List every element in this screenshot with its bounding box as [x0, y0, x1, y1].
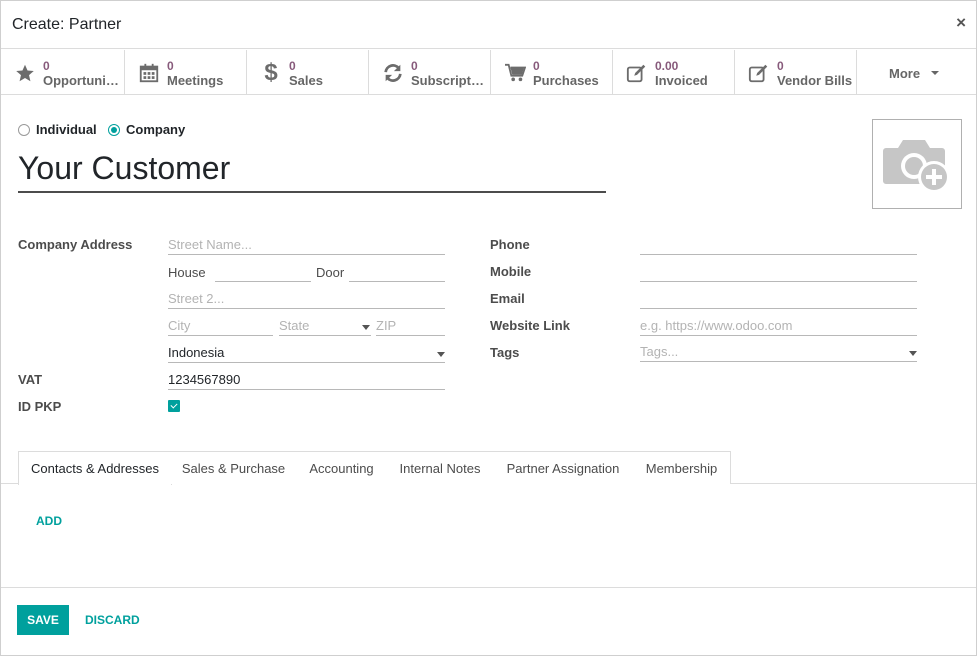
opportunities-label: Opportunities [43, 73, 119, 88]
vat-input[interactable]: 1234567890 [168, 372, 445, 390]
phone-label: Phone [490, 237, 530, 252]
zip-placeholder: ZIP [376, 318, 397, 333]
street2-input[interactable]: Street 2... [168, 291, 445, 309]
radio-individual[interactable]: Individual [18, 122, 97, 137]
smart-button-bar: 0 Opportunities 0 Meetings $ 0 Sales 0 S… [1, 50, 976, 95]
subscriptions-label: Subscriptions [411, 73, 487, 88]
more-label: More [889, 66, 921, 81]
radio-company[interactable]: Company [108, 122, 185, 137]
dialog-header: Create: Partner × [1, 1, 976, 49]
edit-icon [625, 62, 649, 84]
tab-sales-purchase[interactable]: Sales & Purchase [171, 451, 297, 484]
vendor-bills-label: Vendor Bills [777, 73, 853, 88]
dialog-title: Create: Partner [12, 16, 122, 33]
subscriptions-button[interactable]: 0 Subscriptions [369, 50, 491, 95]
partner-image-upload[interactable] [872, 119, 962, 209]
close-icon[interactable]: × [956, 13, 966, 33]
phone-input[interactable] [640, 237, 917, 255]
vendor-bills-count: 0 [777, 59, 784, 73]
camera-add-icon [883, 140, 950, 193]
vat-value: 1234567890 [168, 372, 241, 387]
tab-contacts-addresses[interactable]: Contacts & Addresses [18, 451, 172, 485]
dollar-icon: $ [264, 59, 278, 86]
radio-circle-icon [18, 123, 30, 136]
chevron-down-icon [931, 71, 939, 75]
email-label: Email [490, 291, 525, 306]
tags-label: Tags [490, 345, 520, 360]
id-pkp-checkbox[interactable] [168, 400, 180, 412]
discard-button[interactable]: DISCARD [85, 613, 140, 627]
save-button[interactable]: SAVE [17, 605, 69, 635]
radio-circle-icon [108, 123, 120, 136]
state-placeholder: State [279, 318, 310, 333]
meetings-button[interactable]: 0 Meetings [125, 50, 247, 95]
website-input[interactable]: e.g. https://www.odoo.com [640, 318, 917, 336]
purchases-label: Purchases [533, 73, 599, 88]
house-label: House [168, 265, 206, 280]
meetings-label: Meetings [167, 73, 224, 88]
tab-internal-notes[interactable]: Internal Notes [387, 451, 494, 484]
vat-label: VAT [18, 372, 43, 387]
radio-company-label: Company [126, 122, 186, 137]
chevron-down-icon [437, 352, 445, 357]
add-contact-button[interactable]: ADD [36, 514, 62, 528]
vendor-bills-button[interactable]: 0 Vendor Bills [735, 50, 857, 95]
tab-partner-assignation[interactable]: Partner Assignation [493, 451, 634, 484]
company-address-label: Company Address [18, 237, 133, 252]
city-input[interactable]: City [168, 318, 273, 336]
create-partner-dialog: Create: Partner × 0 Opportunities 0 Meet… [0, 0, 977, 656]
more-button[interactable]: More [858, 50, 974, 95]
sales-count: 0 [289, 59, 296, 73]
tags-select[interactable]: Tags... [640, 344, 917, 362]
sales-label: Sales [289, 73, 323, 88]
dialog-footer: SAVE DISCARD [1, 587, 976, 655]
radio-individual-label: Individual [36, 122, 97, 137]
country-value: Indonesia [168, 345, 225, 360]
invoiced-label: Invoiced [655, 73, 708, 88]
website-label: Website Link [490, 318, 570, 333]
tags-placeholder: Tags... [640, 344, 679, 359]
partner-name-input[interactable]: Your Customer [18, 148, 606, 193]
subscriptions-count: 0 [411, 59, 418, 73]
mobile-label: Mobile [490, 264, 532, 279]
email-input[interactable] [640, 291, 917, 309]
meetings-count: 0 [167, 59, 174, 73]
opportunities-count: 0 [43, 59, 50, 73]
calendar-icon [137, 62, 161, 84]
zip-input[interactable]: ZIP [376, 318, 445, 336]
purchases-count: 0 [533, 59, 540, 73]
street2-placeholder: Street 2... [168, 291, 225, 306]
tab-accounting[interactable]: Accounting [296, 451, 388, 484]
edit-icon [747, 62, 771, 84]
star-icon [13, 62, 37, 84]
website-placeholder: e.g. https://www.odoo.com [640, 318, 793, 333]
opportunities-button[interactable]: 0 Opportunities [1, 50, 125, 95]
notebook-tabs: Contacts & Addresses Sales & Purchase Ac… [1, 451, 976, 485]
city-placeholder: City [168, 318, 191, 333]
door-label: Door [316, 265, 345, 280]
mobile-input[interactable] [640, 264, 917, 282]
street-placeholder: Street Name... [168, 237, 252, 252]
door-input[interactable] [349, 264, 445, 282]
chevron-down-icon [362, 325, 370, 330]
cart-icon [503, 62, 527, 84]
refresh-icon [381, 62, 405, 84]
sales-button[interactable]: $ 0 Sales [247, 50, 369, 95]
state-select[interactable]: State [279, 318, 371, 336]
country-select[interactable]: Indonesia [168, 345, 445, 363]
purchases-button[interactable]: 0 Purchases [491, 50, 613, 95]
tab-membership[interactable]: Membership [633, 451, 731, 484]
id-pkp-label: ID PKP [18, 399, 62, 414]
house-input[interactable] [215, 264, 311, 282]
street-input[interactable]: Street Name... [168, 237, 445, 255]
invoiced-amount: 0.00 [655, 59, 679, 73]
chevron-down-icon [909, 351, 917, 356]
invoiced-button[interactable]: 0.00 Invoiced [613, 50, 735, 95]
